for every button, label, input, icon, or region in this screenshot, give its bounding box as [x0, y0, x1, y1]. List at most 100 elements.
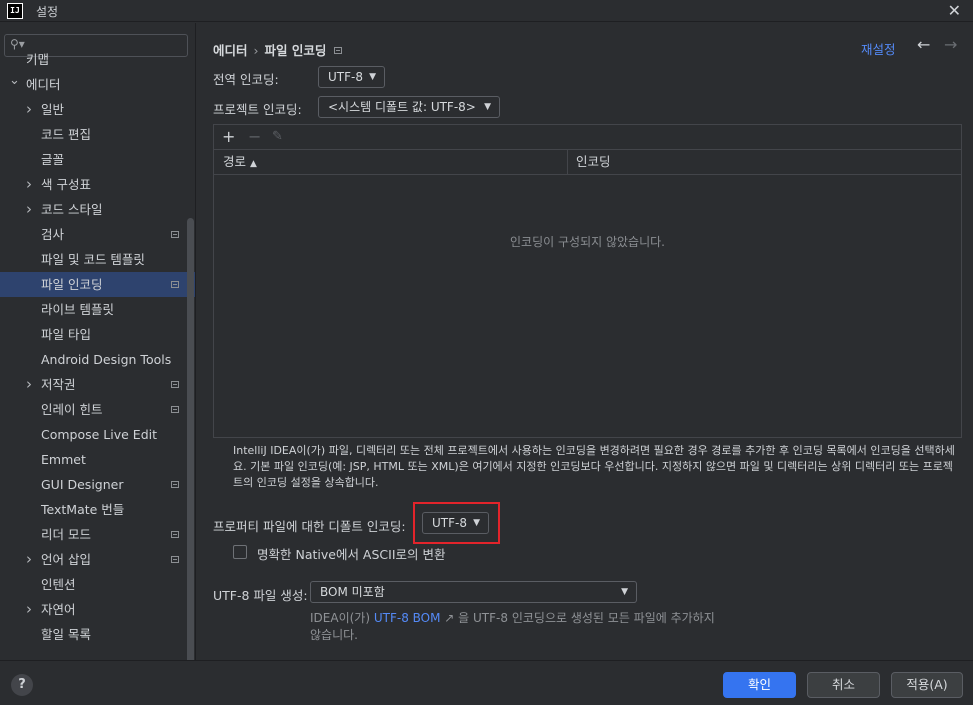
- bom-desc-prefix: IDEA이(가): [310, 611, 374, 625]
- global-encoding-dropdown[interactable]: UTF-8 ▼: [318, 66, 385, 88]
- project-encoding-label: 프로젝트 인코딩:: [213, 102, 302, 117]
- chevron-right-icon[interactable]: ›: [26, 97, 32, 122]
- sort-ascending-icon: ▲: [250, 159, 257, 169]
- bom-label: UTF-8 파일 생성:: [213, 588, 308, 603]
- chevron-right-icon[interactable]: ›: [26, 372, 32, 397]
- sidebar-item[interactable]: 인레이 힌트: [0, 397, 195, 422]
- column-header-encoding[interactable]: 인코딩: [576, 150, 611, 174]
- chevron-right-icon[interactable]: ›: [26, 547, 32, 572]
- external-link-icon: ↗: [444, 611, 455, 625]
- project-encoding-dropdown[interactable]: <시스템 디폴트 값: UTF-8> ▼: [318, 96, 500, 118]
- chevron-down-icon: ▼: [621, 587, 628, 597]
- column-path-label: 경로: [223, 154, 247, 169]
- breadcrumb: 에디터 › 파일 인코딩: [213, 40, 343, 59]
- settings-content: 에디터 › 파일 인코딩 재설정 ← → 전역 인코딩: UTF-8 ▼ 프로젝트 …: [197, 23, 973, 660]
- sidebar-item[interactable]: ⌄ 에디터: [0, 72, 195, 97]
- project-level-icon: [171, 531, 179, 538]
- project-level-icon: [171, 381, 179, 388]
- sidebar-item[interactable]: GUI Designer: [0, 472, 195, 497]
- back-arrow-icon[interactable]: ←: [917, 35, 930, 54]
- sidebar-item[interactable]: TextMate 번들: [0, 497, 195, 522]
- sidebar-item-label: 검사: [41, 227, 65, 242]
- table-empty-text: 인코딩이 구성되지 않았습니다.: [510, 235, 665, 249]
- sidebar-item[interactable]: › 색 구성표: [0, 172, 195, 197]
- sidebar-item[interactable]: Android Design Tools: [0, 347, 195, 372]
- project-level-icon: [171, 231, 179, 238]
- sidebar-item[interactable]: 글꼴: [0, 147, 195, 172]
- sidebar-item-label: 저작권: [41, 377, 76, 392]
- sidebar-item[interactable]: 검사: [0, 222, 195, 247]
- properties-encoding-label: 프로퍼티 파일에 대한 디폴트 인코딩:: [213, 519, 406, 534]
- sidebar-item[interactable]: 키맵: [0, 47, 195, 72]
- sidebar-item[interactable]: › 자연어: [0, 597, 195, 622]
- remove-icon: −: [248, 127, 262, 146]
- table-toolbar: + − ✎: [214, 125, 961, 150]
- bom-dropdown[interactable]: BOM 미포함 ▼: [310, 581, 637, 603]
- table-header: 경로 ▲ 인코딩: [214, 150, 961, 175]
- global-encoding-value: UTF-8: [328, 70, 363, 84]
- sidebar-item[interactable]: 라이브 템플릿: [0, 297, 195, 322]
- path-encoding-table: + − ✎ 경로 ▲ 인코딩 인코딩이 구성되지 않았습니다.: [213, 124, 962, 438]
- bom-description: IDEA이(가) UTF-8 BOM ↗ 을 UTF-8 인코딩으로 생성된 모…: [310, 610, 720, 644]
- project-level-icon: [334, 47, 343, 54]
- sidebar-item[interactable]: › 코드 스타일: [0, 197, 195, 222]
- sidebar-item-label: 색 구성표: [41, 177, 91, 192]
- project-level-icon: [171, 281, 179, 288]
- window-title: 설정: [36, 5, 59, 19]
- reset-link[interactable]: 재설정: [861, 39, 896, 58]
- highlight-box: [413, 502, 500, 544]
- sidebar-item-label: Android Design Tools: [41, 352, 172, 367]
- cancel-button[interactable]: 취소: [807, 672, 880, 698]
- sidebar-scrollbar[interactable]: [187, 218, 194, 660]
- app-icon: IJ: [7, 3, 23, 19]
- close-icon[interactable]: ✕: [948, 1, 961, 20]
- sidebar-item-label: 파일 타입: [41, 327, 91, 342]
- sidebar-item-label: 글꼴: [41, 152, 65, 167]
- apply-button[interactable]: 적용(A): [891, 672, 963, 698]
- sidebar-item-label: 자연어: [41, 602, 76, 617]
- sidebar-item[interactable]: › 언어 삽입: [0, 547, 195, 572]
- sidebar-item-label: Compose Live Edit: [41, 427, 158, 442]
- ok-button[interactable]: 확인: [723, 672, 796, 698]
- sidebar-item-label: 라이브 템플릿: [41, 302, 114, 317]
- sidebar-item[interactable]: 파일 타입: [0, 322, 195, 347]
- sidebar-item[interactable]: › 일반: [0, 97, 195, 122]
- breadcrumb-separator: ›: [253, 43, 259, 58]
- chevron-right-icon[interactable]: ›: [26, 172, 32, 197]
- title-bar: IJ 설정 ✕: [0, 0, 973, 22]
- chevron-right-icon[interactable]: ›: [26, 597, 32, 622]
- sidebar-item[interactable]: Emmet: [0, 447, 195, 472]
- sidebar-item[interactable]: 할일 목록: [0, 622, 195, 647]
- sidebar-item[interactable]: 파일 인코딩: [0, 272, 195, 297]
- chevron-down-icon[interactable]: ⌄: [9, 68, 20, 93]
- sidebar-item-label: 키맵: [26, 52, 50, 67]
- sidebar-item-label: 일반: [41, 102, 65, 117]
- sidebar-item-label: 할일 목록: [41, 627, 91, 642]
- add-icon[interactable]: +: [222, 127, 235, 146]
- sidebar-item-label: 인레이 힌트: [41, 402, 103, 417]
- edit-icon: ✎: [272, 129, 283, 144]
- bom-value: BOM 미포함: [320, 585, 385, 599]
- breadcrumb-parent[interactable]: 에디터: [213, 43, 248, 58]
- sidebar-item[interactable]: 인텐션: [0, 572, 195, 597]
- sidebar-item-label: 파일 및 코드 템플릿: [41, 252, 145, 267]
- utf8-bom-link[interactable]: UTF-8 BOM: [374, 611, 441, 625]
- chevron-right-icon[interactable]: ›: [26, 197, 32, 222]
- sidebar-item[interactable]: 리더 모드: [0, 522, 195, 547]
- sidebar-item[interactable]: 파일 및 코드 템플릿: [0, 247, 195, 272]
- sidebar-item-label: 코드 편집: [41, 127, 91, 142]
- sidebar-item-label: 코드 스타일: [41, 202, 103, 217]
- column-header-path[interactable]: 경로 ▲: [214, 150, 568, 174]
- help-icon[interactable]: ?: [11, 674, 33, 696]
- forward-arrow-icon: →: [944, 35, 958, 54]
- dialog-footer: ? 확인 취소 적용(A): [0, 660, 973, 705]
- sidebar-item[interactable]: Compose Live Edit: [0, 422, 195, 447]
- project-encoding-value: <시스템 디폴트 값: UTF-8>: [328, 100, 476, 114]
- native-ascii-checkbox[interactable]: [233, 545, 247, 559]
- chevron-down-icon: ▼: [369, 72, 376, 82]
- breadcrumb-current: 파일 인코딩: [264, 43, 327, 58]
- encoding-description: IntelliJ IDEA이(가) 파일, 디렉터리 또는 전체 프로젝트에서 …: [233, 444, 955, 489]
- sidebar-item[interactable]: 코드 편집: [0, 122, 195, 147]
- sidebar-item-label: TextMate 번들: [41, 502, 125, 517]
- sidebar-item[interactable]: › 저작권: [0, 372, 195, 397]
